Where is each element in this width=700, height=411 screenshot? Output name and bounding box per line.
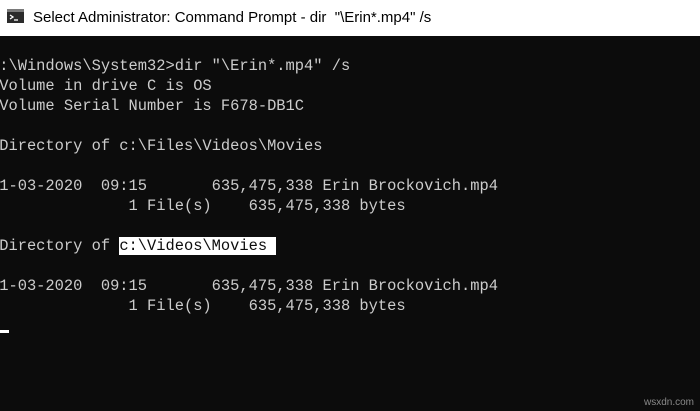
selected-text[interactable]: c:\Videos\Movies bbox=[119, 237, 277, 255]
text-cursor bbox=[0, 330, 9, 333]
console-line: Volume Serial Number is F678-DB1C bbox=[0, 97, 305, 115]
console-line: 01-03-2020 09:15 635,475,338 Erin Brocko… bbox=[0, 177, 498, 195]
command-prompt-window: Select Administrator: Command Prompt - d… bbox=[0, 0, 700, 411]
console-line: 1 File(s) 635,475,338 bytes bbox=[0, 197, 406, 215]
cmd-icon bbox=[7, 9, 24, 23]
console-line: Directory of c:\Files\Videos\Movies bbox=[0, 137, 323, 155]
watermark: wsxdn.com bbox=[643, 397, 694, 408]
title-bar[interactable]: Select Administrator: Command Prompt - d… bbox=[0, 0, 700, 36]
console-line: 01-03-2020 09:15 635,475,338 Erin Brocko… bbox=[0, 277, 498, 295]
console-line: c:\Windows\System32>dir "\Erin*.mp4" /s bbox=[0, 57, 351, 75]
console-line: 1 File(s) 635,475,338 bytes bbox=[0, 297, 406, 315]
console-line-prefix: Directory of bbox=[0, 237, 120, 255]
console-line: Volume in drive C is OS bbox=[0, 77, 212, 95]
window-title: Select Administrator: Command Prompt - d… bbox=[33, 9, 432, 26]
console-line-with-selection: Directory of c:\Videos\Movies bbox=[0, 236, 277, 256]
console-output[interactable]: c:\Windows\System32>dir "\Erin*.mp4" /s … bbox=[0, 36, 700, 411]
